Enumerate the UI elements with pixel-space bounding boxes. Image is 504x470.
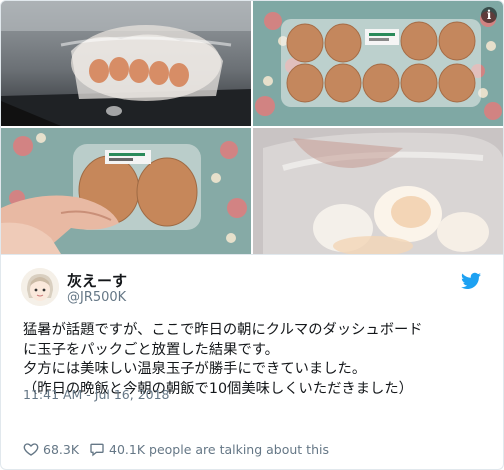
author-name[interactable]: 灰えーす	[67, 270, 127, 291]
twitter-bird-icon[interactable]	[461, 272, 481, 290]
photo-grid: i	[1, 1, 503, 254]
photo-hand-holding-eggs[interactable]	[1, 128, 251, 254]
info-icon[interactable]: i	[481, 7, 497, 23]
tweet-actions: 68.3K 40.1K people are talking about thi…	[23, 439, 329, 459]
author-block: 灰えーす @JR500K	[21, 268, 481, 308]
heart-icon[interactable]	[23, 441, 39, 457]
tweet-timestamp[interactable]: 11:41 AM - Jul 16, 2018	[23, 387, 170, 402]
talking-count[interactable]: 40.1K people are talking about this	[109, 442, 329, 457]
like-count[interactable]: 68.3K	[43, 442, 79, 457]
divider	[1, 254, 503, 255]
avatar[interactable]	[21, 268, 59, 306]
photo-onsen-tamago[interactable]	[253, 128, 503, 254]
speech-bubble-icon[interactable]	[89, 441, 105, 457]
tweet-card: i 灰えーす @JR500K 猛暑が話題ですが、ここで昨日の朝にクルマのダッシュ…	[0, 0, 504, 470]
author-handle[interactable]: @JR500K	[67, 290, 126, 305]
photo-eggs-on-dashboard[interactable]	[1, 1, 251, 126]
photo-egg-carton[interactable]: i	[253, 1, 503, 126]
